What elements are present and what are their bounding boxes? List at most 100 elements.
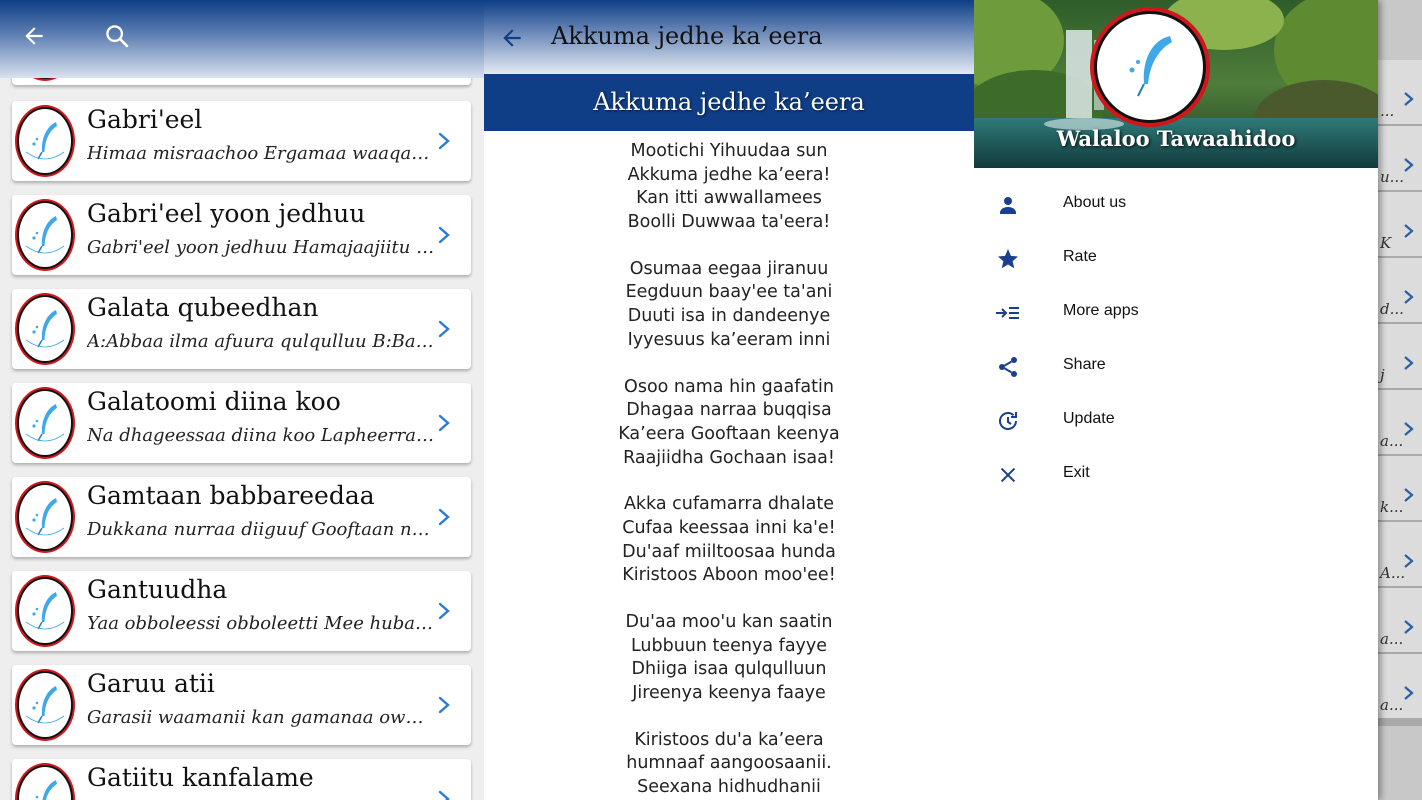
lyrics-panel: Akkuma jedhe ka’eera Akkuma jedhe ka’eer… [484, 0, 974, 800]
back-arrow-icon[interactable] [18, 20, 50, 52]
back-arrow-icon[interactable] [496, 22, 528, 54]
background-song-text: ... [1380, 102, 1395, 120]
lyrics-line: Duuti isa in dandeenye [627, 306, 831, 327]
song-logo [14, 480, 76, 554]
menu-item-share[interactable]: Share [974, 340, 1378, 394]
lyrics-line: Osoo nama hin gaafatin [624, 376, 834, 397]
song-logo [14, 668, 76, 742]
menu-item-more-apps[interactable]: More apps [974, 286, 1378, 340]
song-card[interactable]: Gamtaan babbareedaa Dukkana nurraa diiguu… [12, 477, 471, 557]
lyrics-stanza: Osoo nama hin gaafatin Dhagaa narraa buqq… [484, 376, 974, 471]
chevron-right-icon [436, 599, 452, 623]
song-logo [14, 104, 76, 178]
star-icon [994, 245, 1022, 273]
person-icon [994, 191, 1022, 219]
song-card[interactable]: Galata qubeedhan A:Abbaa ilma afuura qulq… [12, 289, 471, 369]
lyrics-line: Kiristoos Aboon moo'ee! [622, 565, 836, 586]
lyrics-line: Kan itti awwallamees [636, 188, 822, 209]
chevron-right-icon [1402, 156, 1416, 174]
chevron-right-icon [436, 223, 452, 247]
song-card[interactable]: Gantuudha Yaa obboleessi obboleetti Mee h… [12, 571, 471, 651]
song-logo [14, 198, 76, 272]
background-song-text: a... [1380, 696, 1404, 714]
song-logo [14, 574, 76, 648]
song-card[interactable]: Galatoomi diina koo Na dhageessaa diina k… [12, 383, 471, 463]
lyrics-line: Dhagaa narraa buqqisa [626, 400, 832, 421]
menu-item-exit[interactable]: Exit [974, 448, 1378, 502]
chevron-right-icon [1402, 486, 1416, 504]
song-card[interactable]: Gatiitu kanfalame [12, 759, 471, 800]
list-app-bar [0, 0, 484, 78]
app-brand-title: Walaloo Tawaahidoo [1056, 126, 1296, 151]
lyrics-line: Akkuma jedhe ka’eera! [627, 164, 831, 185]
song-title: Gabri'eel yoon jedhuu [87, 199, 366, 228]
chevron-right-icon [1402, 618, 1416, 636]
lyrics-line: Mootichi Yihuudaa sun [630, 141, 828, 161]
chevron-right-icon [1402, 684, 1416, 702]
song-title: Galatoomi diina koo [87, 387, 341, 416]
menu-item-label: Update [1063, 410, 1115, 427]
song-first-line: Garasii waamanii kan gamanaa owwaatanii [87, 707, 435, 728]
lyrics-stanza: Osumaa eegaa jiranuu Eegduun baay'ee ta'a… [484, 258, 974, 353]
chevron-right-icon [1402, 420, 1416, 438]
menu-item-rate[interactable]: Rate [974, 232, 1378, 286]
chevron-right-icon [436, 787, 452, 800]
song-title: Galata qubeedhan [87, 293, 319, 322]
song-list-panel: Gabri'eel Himaa misraachoo Ergamaa waaqa … [0, 0, 484, 800]
song-first-line: A:Abbaa ilma afuura qulqulluu B:Barreess… [87, 331, 435, 352]
background-song-text: a... [1380, 630, 1404, 648]
chevron-right-icon [436, 693, 452, 717]
chevron-right-icon [1402, 222, 1416, 240]
song-card[interactable]: Garuu atii Garasii waamanii kan gamanaa o… [12, 665, 471, 745]
song-first-line: Dukkana nurraa diiguuf Gooftaan nuuf dhu… [87, 519, 435, 540]
drawer-panel: ... u... Kd... j a... k... A... a... a... [974, 0, 1422, 800]
menu-item-label: Rate [1063, 248, 1097, 265]
song-first-line: Yaa obboleessi obboleetti Mee hubadhu am… [87, 613, 435, 634]
lyrics-line: Kiristoos du'a ka’eera [634, 729, 824, 750]
song-logo [14, 762, 76, 800]
song-logo [14, 292, 76, 366]
song-card[interactable]: Gabri'eel yoon jedhuu Gabri'eel yoon jedh… [12, 195, 471, 275]
chevron-right-icon [436, 505, 452, 529]
lyrics-line: Du'aa moo'u kan saatin [625, 612, 833, 632]
lyrics-stanza: Akka cufamarra dhalate Cufaa keessaa inni… [484, 493, 974, 588]
song-title: Gantuudha [87, 575, 228, 604]
chevron-right-icon [436, 129, 452, 153]
background-song-text: u... [1380, 168, 1404, 186]
lyrics-body: Mootichi Yihuudaa sun Akkuma jedhe ka’eer… [484, 140, 974, 800]
menu-item-about-us[interactable]: About us [974, 178, 1378, 232]
lyrics-line: Dhiiga isaa qulqulluun [631, 659, 827, 680]
chevron-right-icon [436, 411, 452, 435]
lyrics-line: Lubbuun teenya fayye [630, 635, 828, 656]
song-list: Gabri'eel Himaa misraachoo Ergamaa waaqa … [0, 0, 484, 800]
search-icon[interactable] [101, 20, 133, 52]
lyrics-stanza: Kiristoos du'a ka’eera humnaaf aangoosaan… [484, 729, 974, 800]
chevron-right-icon [1402, 354, 1416, 372]
lyrics-stanza: Du'aa moo'u kan saatin Lubbuun teenya fay… [484, 611, 974, 706]
share-icon [994, 353, 1022, 381]
lyrics-line: humnaaf aangoosaanii. [626, 753, 832, 774]
lyrics-line: Raajiidha Gochaan isaa! [623, 447, 835, 468]
menu-item-label: Exit [1063, 464, 1090, 481]
background-song-text: a... [1380, 432, 1404, 450]
chevron-right-icon [1402, 288, 1416, 306]
song-title-banner: Akkuma jedhe ka’eera [484, 74, 974, 131]
lyrics-line: Akka cufamarra dhalate [623, 494, 835, 515]
indent-icon [994, 299, 1022, 327]
menu-item-label: Share [1063, 356, 1106, 373]
background-song-text: k... [1380, 498, 1404, 516]
song-card[interactable]: Gabri'eel Himaa misraachoo Ergamaa waaqa … [12, 101, 471, 181]
close-icon [994, 461, 1022, 489]
lyrics-line: Boolli Duwwaa ta'eera! [627, 212, 831, 233]
song-title: Garuu atii [87, 669, 215, 698]
menu-item-update[interactable]: Update [974, 394, 1378, 448]
background-list-scrim[interactable]: ... u... Kd... j a... k... A... a... a... [1378, 0, 1422, 800]
update-icon [994, 407, 1022, 435]
song-first-line: Gabri'eel yoon jedhuu Hamajaajiitu dhiph… [87, 237, 435, 258]
drawer-header: Walaloo Tawaahidoo [974, 0, 1378, 168]
page-title: Akkuma jedhe ka’eera [551, 22, 823, 50]
lyrics-line: Eegduun baay'ee ta'ani [625, 282, 833, 303]
menu-item-label: More apps [1063, 302, 1139, 319]
song-logo [14, 386, 76, 460]
lyrics-line: Seexana hidhudhanii [637, 777, 821, 798]
